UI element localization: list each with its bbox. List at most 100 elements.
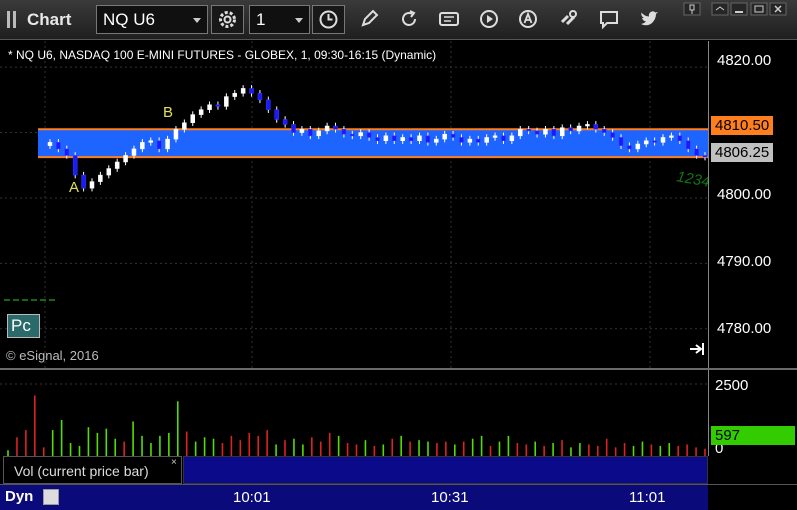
candle-body (669, 135, 674, 138)
candle-body (501, 135, 506, 141)
current-volume-badge: 597 (711, 426, 795, 445)
get-data-icon[interactable] (438, 8, 460, 30)
interval-combo[interactable]: 1 (249, 5, 310, 34)
candle-body (694, 148, 699, 156)
refresh-icon[interactable] (398, 8, 420, 30)
pc-button[interactable]: Pc (7, 314, 40, 338)
clock-icon (319, 10, 338, 29)
candle-body (459, 137, 464, 143)
candle-body (610, 132, 615, 138)
candle-body (291, 124, 296, 133)
corner-text: 1234 (675, 168, 708, 191)
candle-body (266, 99, 271, 110)
volume-axis[interactable]: 2500 0 597 (708, 370, 797, 457)
candle-body (635, 143, 641, 150)
candle-body (274, 109, 279, 120)
candle-body (282, 119, 288, 125)
volume-tick-top: 2500 (715, 377, 749, 394)
chart-description: * NQ U6, NASDAQ 100 E-MINI FUTURES - GLO… (8, 48, 437, 62)
candle-body (106, 168, 112, 176)
candle-body (98, 174, 103, 182)
candle-body (341, 129, 347, 135)
candle-body (467, 138, 473, 143)
alert-icon[interactable] (517, 8, 539, 30)
study-bar-fill (183, 456, 708, 484)
scroll-to-end-icon[interactable] (690, 343, 704, 355)
volume-study-bar: Vol (current price bar) × (0, 456, 708, 484)
price-panel[interactable]: A B 1234 * NQ U6, NASDAQ 100 E-MINI FUTU… (0, 41, 708, 368)
candle-body (677, 135, 683, 141)
candle-body (576, 125, 582, 132)
time-tick: 10:31 (431, 489, 469, 506)
candle-body (526, 129, 531, 132)
collapse-icon[interactable] (711, 2, 729, 16)
price-tick: 4820.00 (717, 52, 772, 69)
maximize-icon[interactable] (750, 2, 768, 16)
candle-body (434, 138, 439, 143)
marker-a-label: A (69, 179, 79, 196)
candle-body (156, 140, 162, 150)
symbol-combo[interactable]: NQ U6 (96, 5, 208, 34)
link-icon[interactable] (558, 8, 580, 30)
candle-body (685, 140, 691, 150)
candle-body (425, 135, 431, 143)
candle-body (518, 129, 523, 137)
candle-body (643, 140, 649, 145)
candle-body (450, 133, 456, 138)
candle-body (249, 88, 254, 94)
candle-body (232, 93, 237, 97)
symbol-settings-button[interactable] (211, 5, 244, 34)
copyright-label: © eSignal, 2016 (6, 348, 99, 363)
price-chart-svg: A B 1234 (0, 41, 708, 368)
toolbar: Chart NQ U6 1 (0, 0, 797, 40)
minimize-icon[interactable] (730, 2, 748, 16)
candle-body (72, 155, 78, 176)
candle-body (299, 129, 305, 133)
dynamic-lock-icon[interactable] (43, 489, 59, 505)
gear-icon (219, 11, 236, 28)
drag-grip-icon[interactable] (7, 11, 17, 28)
candle-body (308, 129, 313, 137)
candle-body (81, 174, 86, 189)
candle-body (140, 142, 145, 150)
marker-b-label: B (163, 104, 173, 121)
candle-body (417, 135, 422, 141)
price-range-band (38, 129, 708, 158)
candle-body (148, 140, 154, 143)
candle-body (383, 135, 389, 141)
candle-body (56, 142, 61, 150)
time-axis[interactable]: Dyn 10:01 10:31 11:01 (0, 484, 797, 510)
candle-body (324, 125, 330, 132)
volume-study-label[interactable]: Vol (current price bar) (3, 456, 182, 484)
candle-body (652, 140, 657, 143)
app-title: Chart (27, 10, 72, 29)
candle-body (375, 137, 380, 141)
candle-body (350, 133, 355, 137)
close-icon[interactable] (769, 2, 787, 16)
volume-panel[interactable] (0, 370, 708, 456)
chevron-down-icon (193, 18, 201, 23)
time-axis-corner (708, 485, 797, 510)
candle-body (476, 138, 481, 143)
upper-line-price-badge: 4810.50 (711, 116, 774, 135)
candle-body (240, 88, 246, 94)
candle-body (660, 137, 666, 143)
dynamic-label[interactable]: Dyn (5, 488, 33, 505)
candle-body (123, 155, 128, 163)
candle-body (400, 137, 405, 141)
candle-body (47, 142, 53, 146)
candle-body (408, 137, 414, 141)
time-tick: 10:01 (233, 489, 271, 506)
price-axis[interactable]: 4820.00 4800.00 4790.00 4780.00 4810.50 … (708, 41, 797, 368)
close-study-icon[interactable]: × (171, 457, 177, 468)
candle-body (207, 104, 212, 110)
candle-body (484, 137, 489, 143)
candle-body (593, 124, 599, 130)
pin-icon[interactable] (683, 2, 701, 16)
comment-icon[interactable] (598, 8, 620, 30)
price-tick: 4800.00 (717, 186, 772, 203)
play-icon[interactable] (478, 8, 500, 30)
twitter-icon[interactable] (638, 8, 660, 30)
interval-clock-button[interactable] (312, 5, 345, 34)
pencil-icon[interactable] (358, 8, 380, 30)
